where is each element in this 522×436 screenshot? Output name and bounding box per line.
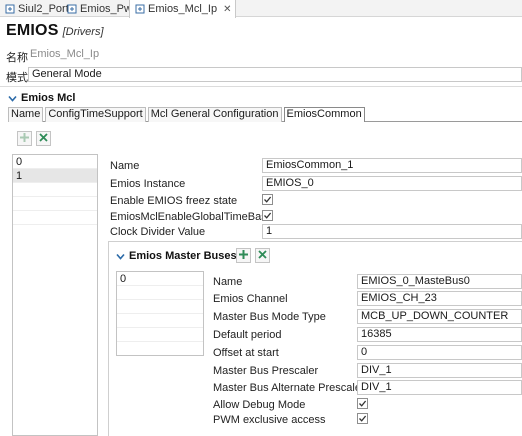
config-file-icon bbox=[4, 3, 15, 14]
list-item[interactable]: 0 bbox=[117, 272, 203, 286]
master-buses-header[interactable]: Emios Master Buses bbox=[116, 250, 237, 262]
bus-mode-field[interactable]: MCB_UP_DOWN_COUNTER bbox=[357, 309, 522, 324]
bus-channel-field[interactable]: EMIOS_CH_23 bbox=[357, 291, 522, 306]
check-icon bbox=[359, 415, 367, 422]
tab-config-time-support[interactable]: ConfigTimeSupport bbox=[45, 107, 146, 122]
plus-icon bbox=[238, 249, 249, 263]
tab-mcl-general-configuration[interactable]: Mcl General Configuration bbox=[147, 107, 282, 122]
tab-name[interactable]: Name bbox=[8, 107, 44, 122]
section-title: Emios Mcl bbox=[21, 92, 76, 104]
list-item[interactable]: 0 bbox=[13, 155, 97, 169]
master-buses-title: Emios Master Buses bbox=[129, 250, 237, 262]
list-item-empty bbox=[13, 183, 97, 197]
bus-mode-label: Master Bus Mode Type bbox=[213, 311, 326, 323]
alt-prescaler-field[interactable]: DIV_1 bbox=[357, 380, 522, 395]
bus-name-field[interactable]: EMIOS_0_MasteBus0 bbox=[357, 274, 522, 289]
form-tabs: Name ConfigTimeSupport Mcl General Confi… bbox=[8, 107, 522, 122]
emios-instance-field[interactable]: EMIOS_0 bbox=[262, 176, 522, 191]
check-icon bbox=[264, 196, 272, 203]
default-period-field[interactable]: 16385 bbox=[357, 327, 522, 342]
module-name-field: Emios_Mcl_Ip bbox=[28, 48, 522, 63]
title-sub: [Drivers] bbox=[62, 26, 104, 38]
remove-icon bbox=[257, 249, 268, 263]
list-item-empty bbox=[117, 328, 203, 342]
list-item-selected[interactable]: 1 bbox=[13, 169, 97, 183]
debug-mode-label: Allow Debug Mode bbox=[213, 399, 306, 411]
prescaler-field[interactable]: DIV_1 bbox=[357, 363, 522, 378]
offset-label: Offset at start bbox=[213, 347, 279, 359]
freeze-state-label: Enable EMIOS freez state bbox=[110, 195, 238, 207]
list-item-empty bbox=[117, 314, 203, 328]
editor-tab-bar: Siul2_Port Emios_Pwm Emios_Mcl_Ip ✕ bbox=[0, 0, 522, 18]
common-name-label: Name bbox=[110, 160, 140, 172]
plus-icon bbox=[19, 132, 30, 146]
tab-emios-common[interactable]: EmiosCommon bbox=[283, 107, 365, 122]
remove-button[interactable] bbox=[36, 131, 51, 146]
check-icon bbox=[359, 400, 367, 407]
list-item-empty bbox=[13, 197, 97, 211]
remove-icon bbox=[38, 132, 49, 146]
offset-field[interactable]: 0 bbox=[357, 345, 522, 360]
global-timebase-label: EmiosMclEnableGlobalTimeBase bbox=[110, 211, 273, 223]
pwm-exclusive-label: PWM exclusive access bbox=[213, 414, 326, 426]
emios-common-list[interactable]: 0 1 bbox=[12, 154, 98, 436]
alt-prescaler-label: Master Bus Alternate Prescaler bbox=[213, 382, 365, 394]
editor-tab-emios-mcl-ip[interactable]: Emios_Mcl_Ip ✕ bbox=[129, 0, 237, 18]
config-file-icon bbox=[66, 3, 77, 14]
default-period-label: Default period bbox=[213, 329, 282, 341]
prescaler-label: Master Bus Prescaler bbox=[213, 365, 319, 377]
mode-label: 模式 bbox=[6, 72, 28, 84]
chevron-down-icon bbox=[8, 94, 17, 103]
clock-divider-field[interactable]: 1 bbox=[262, 224, 522, 239]
add-button[interactable] bbox=[17, 131, 32, 146]
bus-name-label: Name bbox=[213, 276, 243, 288]
pwm-exclusive-checkbox[interactable] bbox=[357, 413, 368, 424]
global-timebase-checkbox[interactable] bbox=[262, 210, 273, 221]
title-main: EMIOS bbox=[6, 22, 59, 39]
list-item-empty bbox=[117, 286, 203, 300]
section-emios-mcl[interactable]: Emios Mcl bbox=[8, 92, 75, 104]
clock-divider-label: Clock Divider Value bbox=[110, 226, 206, 238]
add-master-bus-button[interactable] bbox=[236, 248, 251, 263]
divider bbox=[0, 86, 522, 87]
common-name-field[interactable]: EmiosCommon_1 bbox=[262, 158, 522, 173]
close-icon[interactable]: ✕ bbox=[223, 4, 231, 15]
freeze-state-checkbox[interactable] bbox=[262, 194, 273, 205]
bus-channel-label: Emios Channel bbox=[213, 293, 288, 305]
emios-instance-label: Emios Instance bbox=[110, 178, 186, 190]
editor-tab-label: Emios_Mcl_Ip bbox=[148, 3, 218, 15]
master-bus-list[interactable]: 0 bbox=[116, 271, 204, 356]
chevron-down-icon bbox=[116, 252, 125, 261]
page-title: EMIOS [Drivers] bbox=[6, 22, 104, 40]
mode-field[interactable]: General Mode bbox=[28, 67, 522, 82]
list-item-empty bbox=[117, 300, 203, 314]
name-label: 名称 bbox=[6, 52, 28, 64]
list-item-empty bbox=[13, 211, 97, 225]
remove-master-bus-button[interactable] bbox=[255, 248, 270, 263]
config-file-icon bbox=[134, 4, 145, 15]
check-icon bbox=[264, 212, 272, 219]
debug-mode-checkbox[interactable] bbox=[357, 398, 368, 409]
